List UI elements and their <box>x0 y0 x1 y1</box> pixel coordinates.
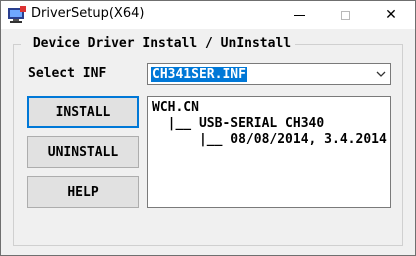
install-button[interactable]: INSTALL <box>27 96 139 128</box>
close-button[interactable]: ✕ <box>368 1 414 29</box>
group-title: Device Driver Install / UnInstall <box>21 36 296 51</box>
uninstall-button[interactable]: UNINSTALL <box>27 136 139 168</box>
inf-selected-value: CH341SER.INF <box>151 67 247 82</box>
close-icon: ✕ <box>385 7 397 23</box>
chevron-down-icon[interactable] <box>375 67 387 81</box>
title-bar[interactable]: DriverSetup(X64) ✕ <box>1 1 415 29</box>
client-area: Device Driver Install / UnInstall Select… <box>1 29 415 255</box>
help-button[interactable]: HELP <box>27 176 139 208</box>
driver-setup-window: DriverSetup(X64) ✕ Device Driver Install… <box>0 0 416 256</box>
maximize-icon <box>340 10 350 20</box>
driver-info-box: WCH.CN |__ USB-SERIAL CH340 |__ 08/08/20… <box>147 96 391 208</box>
minimize-button[interactable] <box>276 1 322 29</box>
select-inf-label: Select INF <box>28 66 107 81</box>
app-icon <box>8 6 26 23</box>
inf-select-dropdown[interactable]: CH341SER.INF <box>147 63 391 85</box>
maximize-button[interactable] <box>322 1 368 29</box>
info-version: |__ 08/08/2014, 3.4.2014 <box>152 132 387 147</box>
info-device: |__ USB-SERIAL CH340 <box>152 116 325 131</box>
minimize-icon <box>293 14 305 16</box>
window-title: DriverSetup(X64) <box>31 6 145 21</box>
info-vendor: WCH.CN <box>152 100 199 115</box>
